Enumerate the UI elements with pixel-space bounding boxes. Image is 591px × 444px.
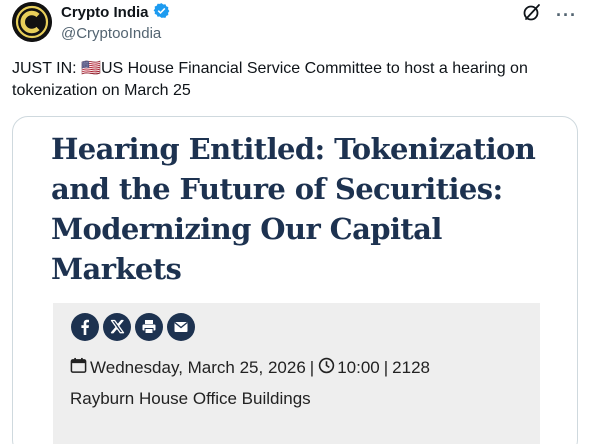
- more-options-button[interactable]: ···: [556, 6, 577, 24]
- tweet-text: JUST IN: 🇺🇸US House Financial Service Co…: [12, 58, 582, 102]
- hearing-date: Wednesday, March 25, 2026: [90, 358, 306, 377]
- facebook-icon[interactable]: [71, 313, 99, 341]
- verified-badge-icon: [153, 2, 170, 24]
- author-block: Crypto India @CryptooIndia: [61, 2, 170, 42]
- tweet-text-content: JUST IN: 🇺🇸US House Financial Service Co…: [12, 60, 528, 99]
- crypto-india-logo: [12, 2, 52, 42]
- clock-icon: [318, 357, 335, 379]
- hearing-room: 2128: [392, 358, 430, 377]
- calendar-icon: [70, 357, 87, 379]
- avatar[interactable]: [12, 2, 52, 42]
- separator: |: [383, 358, 389, 377]
- hearing-location: Rayburn House Office Buildings: [70, 389, 311, 408]
- email-icon[interactable]: [167, 313, 195, 341]
- link-preview-card[interactable]: Hearing Entitled: Tokenization and the F…: [12, 116, 578, 444]
- hearing-time: 10:00: [337, 358, 380, 377]
- hearing-date-time: Wednesday, March 25, 2026 | 10:00 | 2128: [70, 357, 430, 379]
- hearing-info-box: Wednesday, March 25, 2026 | 10:00 | 2128…: [53, 303, 540, 444]
- separator: |: [309, 358, 315, 377]
- author-handle[interactable]: @CryptooIndia: [61, 25, 170, 42]
- hearing-title: Hearing Entitled: Tokenization and the F…: [51, 132, 536, 286]
- print-icon[interactable]: [135, 313, 163, 341]
- tweet-actions: ···: [522, 2, 577, 27]
- author-name[interactable]: Crypto India: [61, 4, 149, 21]
- x-icon[interactable]: [103, 313, 131, 341]
- share-buttons: [71, 313, 195, 341]
- grok-icon[interactable]: [522, 2, 542, 27]
